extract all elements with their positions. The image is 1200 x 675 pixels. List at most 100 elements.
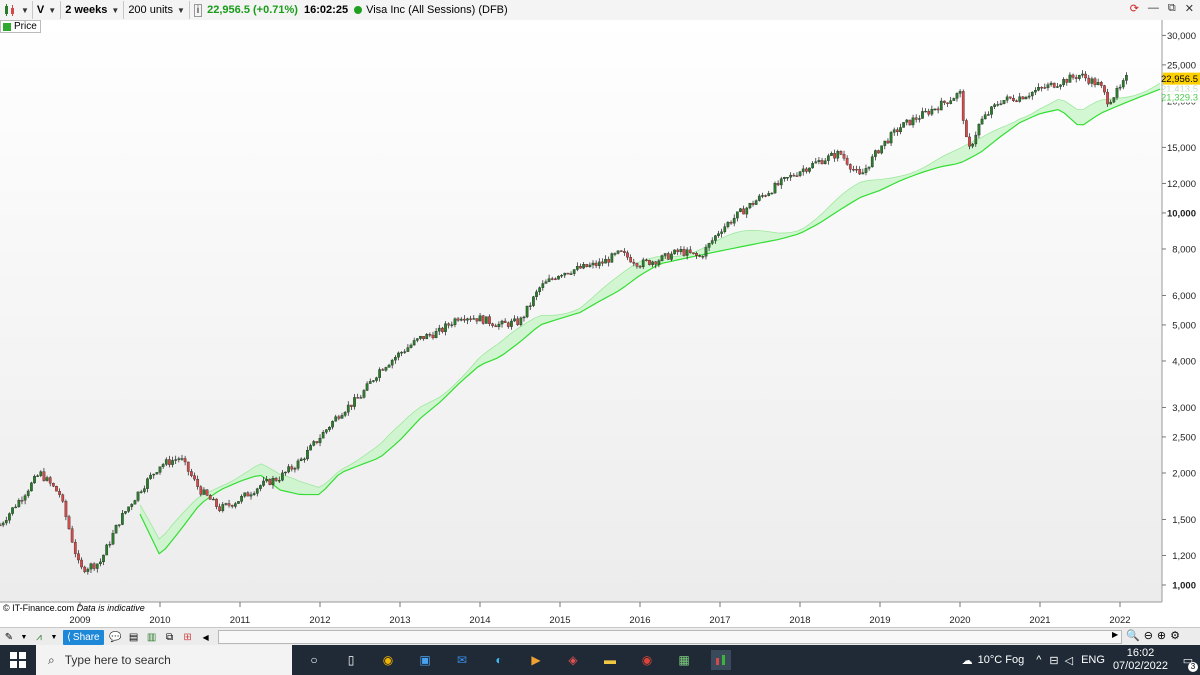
candle-body-down <box>1074 77 1078 79</box>
chart-panel[interactable]: 30,00025,00020,00015,00012,00010,0008,00… <box>0 20 1200 627</box>
layout-icon[interactable]: ▤ <box>127 630 141 644</box>
settings-icon[interactable]: ⚙ <box>1170 629 1180 642</box>
candle-body-up <box>836 151 840 159</box>
chrome-icon-2[interactable]: ◉ <box>637 650 657 670</box>
edge-icon[interactable]: ◐ <box>489 650 509 670</box>
candle <box>1021 96 1025 100</box>
y-tick-label: 5,000 <box>1172 320 1196 331</box>
candle-body-up <box>1096 82 1100 86</box>
candle-body-up <box>1118 86 1122 89</box>
candle-body-up <box>174 459 178 461</box>
minimize-icon[interactable]: — <box>1148 2 1159 15</box>
share-label: Share <box>72 631 100 643</box>
candle-body-up <box>911 117 915 126</box>
file-explorer-icon[interactable]: ▬ <box>600 650 620 670</box>
windows-logo-icon <box>10 652 26 668</box>
alert-icon[interactable]: ⊞ <box>181 630 195 644</box>
chart-type-button[interactable]: ▼ <box>0 1 33 19</box>
mail-icon[interactable]: ✉ <box>452 650 472 670</box>
candle-body-down <box>494 325 498 328</box>
zoom-in-icon[interactable]: ⊕ <box>1157 629 1166 642</box>
candle-body-up <box>786 177 789 179</box>
candle-body-up <box>171 460 174 465</box>
chevron-up-icon[interactable]: ^ <box>1036 654 1041 666</box>
close-icon[interactable]: ✕ <box>1185 2 1194 15</box>
candle-body-up <box>930 108 934 115</box>
notifications-button[interactable]: ▭ 3 <box>1176 645 1200 675</box>
clock[interactable]: 16:02 07/02/2022 <box>1113 647 1168 673</box>
draw-tool-icon[interactable]: ✎ <box>2 630 16 644</box>
candle-body-up <box>889 132 893 144</box>
chevron-down-icon[interactable]: ▼ <box>20 630 28 644</box>
candle-body-down <box>463 318 466 321</box>
time-scrollbar[interactable] <box>218 630 1122 644</box>
candle-body-down <box>227 503 231 506</box>
candle-body-up <box>1115 88 1119 98</box>
candle-body-up <box>152 473 156 476</box>
candle-body-up <box>1077 75 1081 79</box>
symbol-label: V <box>36 4 45 16</box>
candle-body-up <box>309 445 312 451</box>
clock-date: 07/02/2022 <box>1112 660 1168 672</box>
symbol-selector[interactable]: V ▼ <box>33 1 62 19</box>
candle-body-up <box>613 253 617 255</box>
volume-icon[interactable]: ◁ <box>1065 654 1073 667</box>
candle-body-down <box>792 174 796 177</box>
window-icon[interactable]: ⧉ <box>163 630 177 644</box>
candle-body-up <box>39 471 43 476</box>
y-tick-label: 4,000 <box>1172 356 1196 367</box>
x-tick-label: 2020 <box>949 615 970 626</box>
zoom-out-icon[interactable]: ⊖ <box>1144 629 1153 642</box>
candle-body-down <box>205 489 209 496</box>
comment-icon[interactable]: 💬 <box>109 630 123 644</box>
candle-body-up <box>616 250 620 254</box>
instrument-name: Visa Inc (All Sessions) (DFB) <box>366 4 508 16</box>
scroll-right-icon[interactable]: ▶ <box>1112 630 1118 639</box>
security-icon[interactable]: ▦ <box>674 650 694 670</box>
candle-body-up <box>569 273 573 275</box>
candle-body-up <box>535 291 538 297</box>
compare-icon[interactable]: ▥ <box>145 630 159 644</box>
network-icon[interactable]: ⊟ <box>1049 654 1058 667</box>
scroll-left-icon[interactable]: ◀ <box>199 630 213 644</box>
weather-text[interactable]: 10°C Fog <box>978 654 1025 666</box>
candle-body-up <box>406 347 410 352</box>
candle-body-up <box>663 253 667 256</box>
candle-body-down <box>215 498 218 507</box>
refresh-icon[interactable]: ⟳ <box>1130 2 1139 15</box>
candle-body-up <box>808 167 811 172</box>
candle-body-up <box>249 494 253 497</box>
units-selector[interactable]: 200 units ▼ <box>124 1 190 19</box>
y-tick-label: 30,000 <box>1167 31 1196 42</box>
language-indicator[interactable]: ENG <box>1081 654 1105 666</box>
price-chart[interactable]: 30,00025,00020,00015,00012,00010,0008,00… <box>0 20 1200 627</box>
candle-body-up <box>158 466 162 473</box>
interval-selector[interactable]: 2 weeks ▼ <box>61 1 125 19</box>
media-icon[interactable]: ▶ <box>526 650 546 670</box>
browser-icon[interactable]: ◈ <box>563 650 583 670</box>
task-view-icon[interactable]: ▯ <box>341 650 361 670</box>
zoom-fit-icon[interactable]: 🔍 <box>1126 629 1140 642</box>
candle-body-down <box>80 559 83 568</box>
chevron-down-icon[interactable]: ▼ <box>50 630 58 644</box>
indicator-icon[interactable]: ⩘ <box>32 630 46 644</box>
trading-app-icon[interactable] <box>711 650 731 670</box>
store-icon[interactable]: ▣ <box>415 650 435 670</box>
taskbar-search[interactable]: ⌕ Type here to search <box>36 645 292 675</box>
candle-body-up <box>284 471 287 474</box>
restore-icon[interactable]: ⧉ <box>1168 2 1176 15</box>
cortana-icon[interactable]: ○ <box>304 650 324 670</box>
legend-item-price[interactable]: Price <box>0 20 41 33</box>
start-button[interactable] <box>0 645 36 675</box>
info-icon[interactable]: i <box>193 3 203 17</box>
chrome-icon[interactable]: ◉ <box>378 650 398 670</box>
share-button[interactable]: ⟨ Share <box>63 629 104 645</box>
candlestick-icon <box>5 4 14 16</box>
candle-body-down <box>73 542 77 554</box>
candle-body-up <box>108 543 112 546</box>
candle-body-up <box>466 318 469 321</box>
x-tick-label: 2009 <box>69 615 90 626</box>
candle-body-up <box>340 415 344 419</box>
candle-body-up <box>874 150 877 157</box>
candle-body-down <box>61 494 65 502</box>
